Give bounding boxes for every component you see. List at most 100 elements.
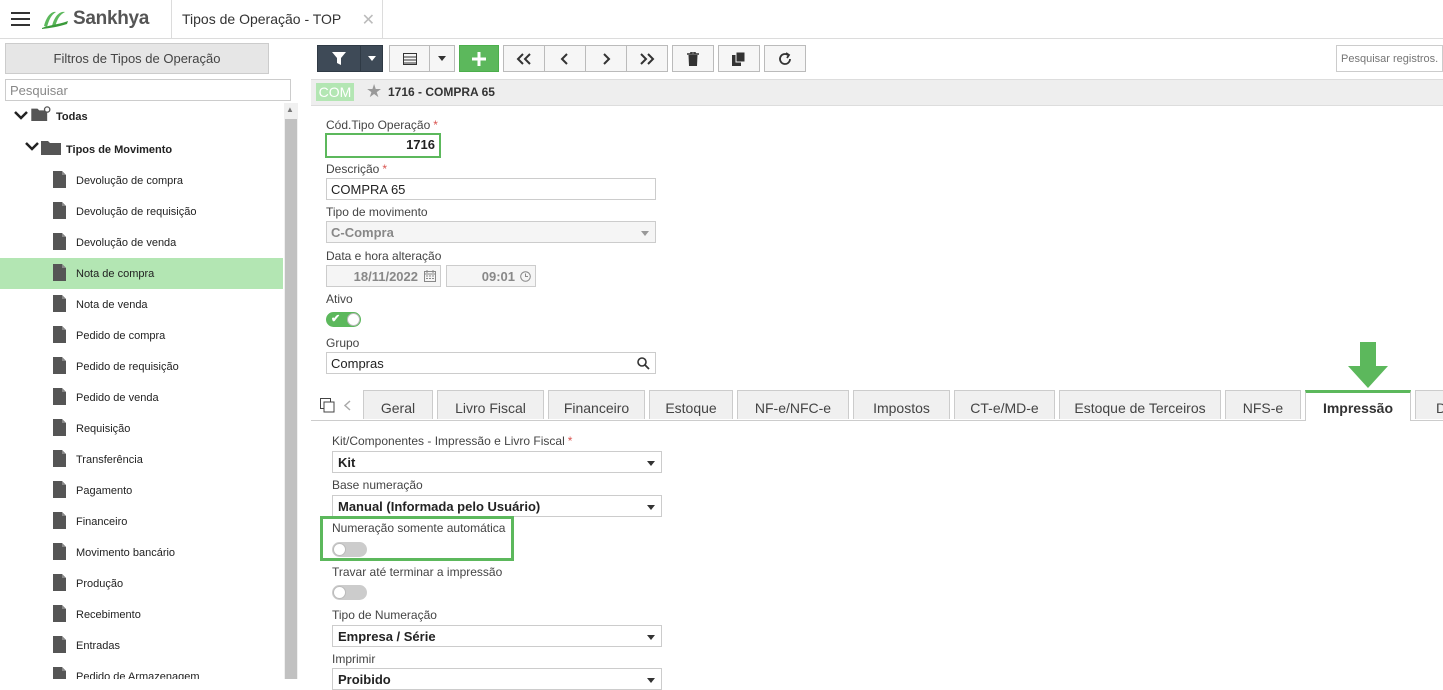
tree-item[interactable]: Nota de venda xyxy=(0,289,283,320)
base-numbering-select[interactable]: Manual (Informada pelo Usuário) xyxy=(332,495,662,517)
kit-select[interactable]: Kit xyxy=(332,451,662,473)
caret-down-icon xyxy=(647,635,655,640)
favorite-star-icon[interactable]: ★ xyxy=(366,81,382,102)
document-icon xyxy=(53,388,66,405)
numbering-type-value: Empresa / Série xyxy=(338,629,436,644)
trash-icon xyxy=(687,51,699,66)
code-field[interactable]: 1716 xyxy=(325,133,441,158)
folder-settings-icon xyxy=(31,106,51,121)
tree-item[interactable]: Pedido de requisição xyxy=(0,351,283,382)
chevron-right-icon xyxy=(603,52,611,65)
print-select[interactable]: Proibido xyxy=(332,668,662,690)
lock-print-toggle[interactable] xyxy=(332,585,367,600)
tree-item[interactable]: Devolução de venda xyxy=(0,227,283,258)
tab-ct-e-md-e[interactable]: CT-e/MD-e xyxy=(954,390,1055,419)
tab-de[interactable]: De xyxy=(1415,390,1443,419)
auto-numbering-toggle[interactable] xyxy=(332,542,367,557)
grid-view-button[interactable] xyxy=(389,45,430,72)
tree-item[interactable]: Devolução de compra xyxy=(0,165,283,196)
tab-impress-o[interactable]: Impressão xyxy=(1305,390,1411,421)
tab-financeiro[interactable]: Financeiro xyxy=(548,390,645,419)
first-record-button[interactable] xyxy=(503,45,545,72)
close-tab-icon[interactable]: ✕ xyxy=(362,10,375,30)
search-icon[interactable] xyxy=(637,357,650,370)
tree-item[interactable]: Produção xyxy=(0,568,283,599)
grid-dropdown-button[interactable] xyxy=(429,45,455,72)
date-field[interactable]: 18/11/2022 xyxy=(326,265,441,287)
tree-node-label: Todas xyxy=(56,111,88,123)
clock-icon[interactable] xyxy=(520,271,531,282)
screen-tab[interactable]: Tipos de Operação - TOP ✕ xyxy=(171,0,383,38)
code-label: Cód.Tipo Operação * xyxy=(326,118,438,132)
tree-item[interactable]: Pagamento xyxy=(0,475,283,506)
tab-livro-fiscal[interactable]: Livro Fiscal xyxy=(437,390,544,419)
tree-item-label: Pedido de venda xyxy=(76,392,159,404)
tree-item[interactable]: Pedido de Armazenagem xyxy=(0,661,283,679)
duplicate-button[interactable] xyxy=(718,45,760,72)
chevron-down-icon[interactable] xyxy=(25,140,39,154)
group-field[interactable]: Compras xyxy=(326,352,656,374)
chevron-down-icon[interactable] xyxy=(14,109,28,123)
tree-node-todas[interactable]: Todas xyxy=(0,103,283,134)
filters-panel: Filtros de Tipos de Operação Todas Tipos… xyxy=(0,39,298,679)
tree-item-label: Recebimento xyxy=(76,609,141,621)
tree-item[interactable]: Entradas xyxy=(0,630,283,661)
tree-item[interactable]: Financeiro xyxy=(0,506,283,537)
tree-item[interactable]: Requisição xyxy=(0,413,283,444)
tree-item[interactable]: Pedido de compra xyxy=(0,320,283,351)
scroll-up-icon[interactable]: ▲ xyxy=(286,105,294,114)
document-icon xyxy=(53,202,66,219)
tree-item-label: Requisição xyxy=(76,423,131,435)
tab-nf-e-nfc-e[interactable]: NF-e/NFC-e xyxy=(737,390,849,419)
tree-item[interactable]: Pedido de venda xyxy=(0,382,283,413)
double-chevron-left-icon xyxy=(516,52,531,65)
tree-node-tipos-movimento[interactable]: Tipos de Movimento xyxy=(0,134,283,165)
document-icon xyxy=(53,667,66,679)
tree-item[interactable]: Movimento bancário xyxy=(0,537,283,568)
filter-dropdown-button[interactable] xyxy=(360,45,383,72)
document-icon xyxy=(53,605,66,622)
time-field[interactable]: 09:01 xyxy=(446,265,536,287)
movement-type-select[interactable]: C-Compra xyxy=(326,221,656,243)
search-records-input[interactable] xyxy=(1336,45,1443,72)
add-record-button[interactable] xyxy=(459,45,499,72)
active-toggle[interactable]: ✔ xyxy=(326,312,361,327)
grid-icon xyxy=(402,52,417,65)
top-bar: Sankhya Tipos de Operação - TOP ✕ xyxy=(0,0,1443,39)
tree-item[interactable]: Transferência xyxy=(0,444,283,475)
calendar-icon[interactable] xyxy=(424,270,436,282)
base-numbering-label: Base numeração xyxy=(332,478,423,492)
delete-button[interactable] xyxy=(672,45,714,72)
tree-item-label: Transferência xyxy=(76,454,143,466)
copy-window-icon[interactable] xyxy=(320,398,335,413)
tab-impostos[interactable]: Impostos xyxy=(853,390,950,419)
tree-item[interactable]: Recebimento xyxy=(0,599,283,630)
tree-item-label: Financeiro xyxy=(76,516,128,528)
tab-estoque-de-terceiros[interactable]: Estoque de Terceiros xyxy=(1059,390,1221,419)
document-icon xyxy=(53,419,66,436)
tree-item-label: Pedido de requisição xyxy=(76,361,179,373)
previous-record-button[interactable] xyxy=(544,45,586,72)
tab-geral[interactable]: Geral xyxy=(363,390,433,419)
document-icon xyxy=(53,450,66,467)
filters-title: Filtros de Tipos de Operação xyxy=(5,43,269,74)
menu-icon[interactable] xyxy=(11,12,30,26)
filter-button[interactable] xyxy=(317,45,361,72)
tab-nfs-e[interactable]: NFS-e xyxy=(1225,390,1301,419)
last-record-button[interactable] xyxy=(626,45,668,72)
tree-item[interactable]: Nota de compra xyxy=(0,258,283,289)
toolbar xyxy=(311,39,1443,79)
record-header: COM ★ 1716 - COMPRA 65 xyxy=(311,79,1443,106)
tree-item-label: Pedido de Armazenagem xyxy=(76,671,200,679)
tree-scrollbar-thumb[interactable] xyxy=(285,119,297,679)
tab-estoque[interactable]: Estoque xyxy=(649,390,733,419)
tree-item[interactable]: Devolução de requisição xyxy=(0,196,283,227)
refresh-button[interactable] xyxy=(764,45,806,72)
numbering-type-select[interactable]: Empresa / Série xyxy=(332,625,662,647)
tree-item-label: Nota de venda xyxy=(76,299,148,311)
filter-search-input[interactable] xyxy=(5,79,291,101)
tree-item-label: Devolução de requisição xyxy=(76,206,197,218)
next-record-button[interactable] xyxy=(585,45,627,72)
description-field[interactable]: COMPRA 65 xyxy=(326,178,656,200)
chevron-left-icon[interactable] xyxy=(344,400,351,411)
